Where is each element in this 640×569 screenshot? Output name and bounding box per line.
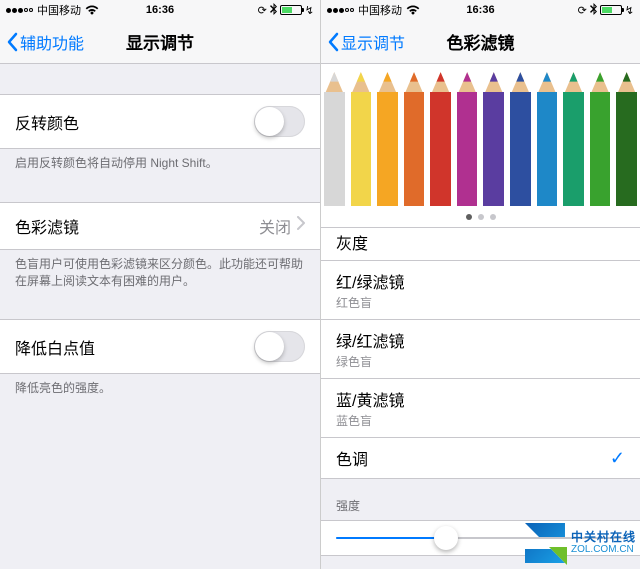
color-filters-value: 关闭 [259, 214, 291, 238]
page-dot [466, 214, 472, 220]
page-dot [478, 214, 484, 220]
filter-label: 红/绿滤镜 [336, 275, 404, 292]
carrier-label: 中国移动 [358, 2, 402, 18]
color-filters-label: 色彩滤镜 [15, 214, 259, 238]
bluetooth-icon [590, 3, 597, 18]
nav-title: 显示调节 [126, 29, 194, 54]
back-button[interactable]: 显示调节 [321, 30, 405, 54]
filter-label: 蓝/黄滤镜 [336, 393, 404, 410]
pencil [454, 64, 481, 206]
reduce-whitepoint-note: 降低亮色的强度。 [0, 374, 320, 397]
color-filters-row[interactable]: 色彩滤镜 关闭 [0, 202, 320, 250]
chevron-left-icon [327, 32, 339, 52]
signal-dots-icon [327, 8, 354, 13]
pencil [374, 64, 401, 206]
status-bar: 中国移动 16:36 ⟳ ↯ [321, 0, 640, 20]
filter-label: 绿/红滤镜 [336, 334, 404, 351]
pencil [534, 64, 561, 206]
orientation-lock-icon: ⟳ [258, 4, 267, 17]
status-bar: 中国移动 16:36 ⟳ ↯ [0, 0, 320, 20]
pencil [427, 64, 454, 206]
pencils-preview[interactable] [321, 64, 640, 206]
page-indicator[interactable] [321, 206, 640, 228]
invert-colors-row[interactable]: 反转颜色 [0, 94, 320, 149]
battery-icon [280, 5, 302, 15]
wifi-icon [85, 5, 99, 18]
pencil [348, 64, 375, 206]
filter-row[interactable]: 蓝/黄滤镜蓝色盲 [321, 379, 640, 438]
status-time: 16:36 [466, 4, 494, 16]
pencil [401, 64, 428, 206]
pencil [587, 64, 614, 206]
nav-title: 色彩滤镜 [447, 29, 515, 54]
pencil [560, 64, 587, 206]
bluetooth-icon [270, 3, 277, 18]
filter-row-grayscale[interactable]: 灰度 [321, 228, 640, 261]
invert-colors-switch[interactable] [254, 106, 305, 137]
battery-icon [600, 5, 622, 15]
watermark-line1: 中关村在线 [571, 531, 636, 544]
orientation-lock-icon: ⟳ [578, 4, 587, 17]
wifi-icon [406, 5, 420, 18]
filter-row[interactable]: 绿/红滤镜绿色盲 [321, 320, 640, 379]
back-label: 显示调节 [341, 30, 405, 54]
status-time: 16:36 [146, 4, 174, 16]
filter-sublabel: 蓝色盲 [336, 412, 625, 429]
filter-row[interactable]: 红/绿滤镜红色盲 [321, 261, 640, 320]
nav-bar: 显示调节 色彩滤镜 [321, 20, 640, 64]
signal-dots-icon [6, 8, 33, 13]
reduce-whitepoint-row[interactable]: 降低白点值 [0, 319, 320, 374]
reduce-whitepoint-label: 降低白点值 [15, 335, 254, 359]
reduce-whitepoint-switch[interactable] [254, 331, 305, 362]
zol-logo-icon [525, 523, 565, 563]
chevron-right-icon [297, 216, 305, 235]
charging-icon: ↯ [625, 4, 634, 17]
checkmark-icon: ✓ [610, 448, 625, 469]
chevron-left-icon [6, 32, 18, 52]
watermark: 中关村在线 ZOL.COM.CN [525, 523, 636, 563]
phone-display-accommodations: 中国移动 16:36 ⟳ ↯ 辅助功能 显示调节 反转颜色 启用反转颜色将自动停… [0, 0, 320, 569]
page-dot [490, 214, 496, 220]
back-label: 辅助功能 [20, 30, 84, 54]
filter-label: 色调 [336, 452, 368, 469]
charging-icon: ↯ [305, 4, 314, 17]
nav-bar: 辅助功能 显示调节 [0, 20, 320, 64]
invert-colors-note: 启用反转颜色将自动停用 Night Shift。 [0, 149, 320, 172]
pencil [507, 64, 534, 206]
pencil [321, 64, 348, 206]
slider-thumb[interactable] [434, 526, 458, 550]
carrier-label: 中国移动 [37, 2, 81, 18]
filter-label: 灰度 [336, 236, 368, 253]
invert-colors-label: 反转颜色 [15, 110, 254, 134]
pencil [480, 64, 507, 206]
filter-sublabel: 绿色盲 [336, 353, 625, 370]
phone-color-filters: 中国移动 16:36 ⟳ ↯ 显示调节 色彩滤镜 灰度 红/绿滤镜红色盲绿/红滤… [320, 0, 640, 569]
watermark-line2: ZOL.COM.CN [571, 544, 636, 555]
filter-row-tint[interactable]: 色调 ✓ [321, 438, 640, 479]
section-header-intensity: 强度 [321, 479, 640, 520]
filter-sublabel: 红色盲 [336, 294, 625, 311]
back-button[interactable]: 辅助功能 [0, 30, 84, 54]
color-filters-note: 色盲用户可使用色彩滤镜来区分颜色。此功能还可帮助在屏幕上阅读文本有困难的用户。 [0, 250, 320, 290]
pencil [613, 64, 640, 206]
